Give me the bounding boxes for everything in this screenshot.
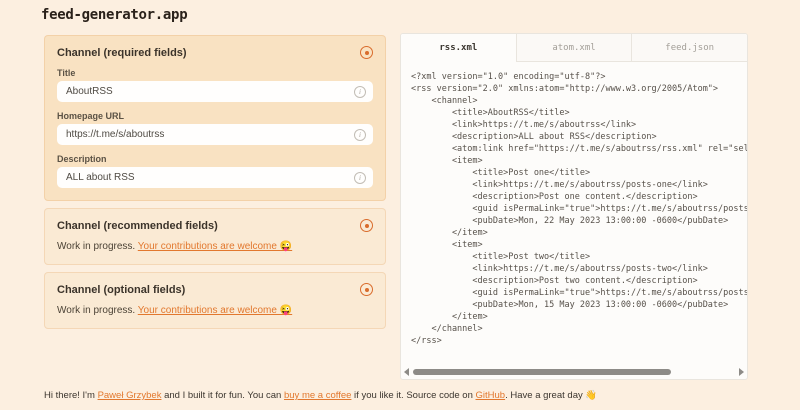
- contributions-link[interactable]: Your contributions are welcome 😜: [138, 241, 292, 252]
- github-link[interactable]: GitHub: [476, 390, 506, 401]
- author-link[interactable]: Paweł Grzybek: [98, 390, 162, 401]
- info-icon[interactable]: i: [354, 172, 366, 184]
- info-icon[interactable]: i: [354, 129, 366, 141]
- work-in-progress-text: Work in progress. Your contributions are…: [57, 305, 373, 316]
- wip-text: Work in progress.: [57, 241, 138, 252]
- accordion-recommended-heading: Channel (recommended fields): [57, 220, 218, 232]
- accordion-optional: Channel (optional fields) Work in progre…: [44, 272, 386, 329]
- buy-me-a-coffee-link[interactable]: buy me a coffee: [284, 390, 351, 401]
- page-title: feed-generator.app: [41, 7, 187, 23]
- accordion-required: Channel (required fields) Title i Homepa…: [44, 35, 386, 201]
- tab-feed-json[interactable]: feed.json: [631, 34, 747, 62]
- accordion-optional-header[interactable]: Channel (optional fields): [57, 283, 373, 296]
- title-label: Title: [57, 68, 373, 78]
- work-in-progress-text: Work in progress. Your contributions are…: [57, 241, 373, 252]
- accordion-optional-heading: Channel (optional fields): [57, 284, 185, 296]
- footer-text: . Have a great day 👋: [505, 390, 597, 401]
- accordion-recommended-header[interactable]: Channel (recommended fields): [57, 219, 373, 232]
- scroll-left-arrow-icon[interactable]: [404, 368, 409, 376]
- homepage-url-label: Homepage URL: [57, 111, 373, 121]
- footer-text: Hi there! I'm: [44, 390, 98, 401]
- accordion-recommended: Channel (recommended fields) Work in pro…: [44, 208, 386, 265]
- title-input[interactable]: [57, 81, 373, 102]
- horizontal-scrollbar[interactable]: [401, 366, 747, 379]
- feed-output-panel: rss.xml atom.xml feed.json <?xml version…: [400, 33, 748, 380]
- info-icon[interactable]: i: [354, 86, 366, 98]
- footer-text: if you like it. Source code on: [351, 390, 475, 401]
- wip-text: Work in progress.: [57, 305, 138, 316]
- accordion-required-heading: Channel (required fields): [57, 47, 187, 59]
- scrollbar-thumb[interactable]: [413, 369, 671, 375]
- scrollbar-track[interactable]: [413, 369, 735, 375]
- scroll-right-arrow-icon[interactable]: [739, 368, 744, 376]
- form-column: Channel (required fields) Title i Homepa…: [44, 35, 386, 336]
- footer-text: and I built it for fun. You can: [161, 390, 284, 401]
- contributions-link[interactable]: Your contributions are welcome 😜: [138, 305, 292, 316]
- homepage-url-input[interactable]: [57, 124, 373, 145]
- tab-atom-xml[interactable]: atom.xml: [517, 34, 632, 62]
- accordion-toggle-icon[interactable]: [360, 46, 373, 59]
- accordion-toggle-icon[interactable]: [360, 283, 373, 296]
- tab-rss-xml[interactable]: rss.xml: [401, 34, 517, 62]
- output-tabs: rss.xml atom.xml feed.json: [401, 34, 747, 62]
- rss-xml-code: <?xml version="1.0" encoding="utf-8"?> <…: [411, 71, 743, 347]
- description-input[interactable]: [57, 167, 373, 188]
- code-viewer[interactable]: <?xml version="1.0" encoding="utf-8"?> <…: [401, 62, 747, 366]
- footer: Hi there! I'm Paweł Grzybek and I built …: [44, 390, 784, 401]
- accordion-toggle-icon[interactable]: [360, 219, 373, 232]
- accordion-required-header[interactable]: Channel (required fields): [57, 46, 373, 59]
- description-label: Description: [57, 154, 373, 164]
